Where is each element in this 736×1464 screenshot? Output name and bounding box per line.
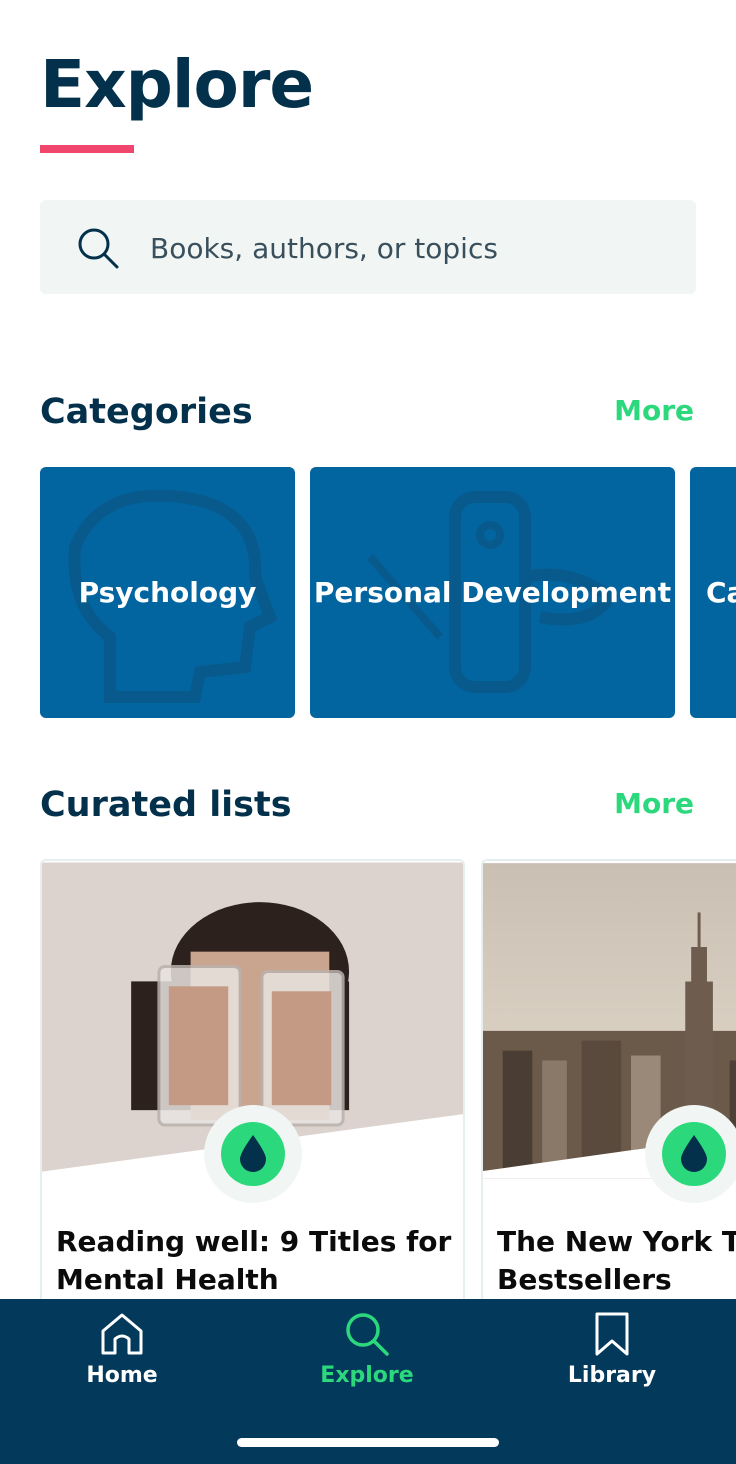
categories-more-link[interactable]: More bbox=[614, 394, 694, 427]
title-underline bbox=[40, 145, 134, 153]
list-title: The New York Ti Bestsellers bbox=[497, 1225, 736, 1296]
curated-more-link[interactable]: More bbox=[614, 787, 694, 820]
list-badge bbox=[645, 1105, 736, 1203]
tab-home[interactable]: Home bbox=[42, 1311, 202, 1411]
category-label: Psychology bbox=[78, 576, 257, 609]
category-tile-psychology[interactable]: Psychology bbox=[40, 467, 295, 718]
tab-library-label: Library bbox=[567, 1363, 657, 1388]
search-icon bbox=[346, 1313, 389, 1356]
home-indicator bbox=[237, 1438, 499, 1447]
search-input[interactable] bbox=[150, 230, 670, 266]
blinkist-logo-icon bbox=[662, 1122, 726, 1186]
tab-home-label: Home bbox=[86, 1363, 158, 1388]
category-label: Ca bbox=[706, 576, 736, 609]
blinkist-logo-icon bbox=[221, 1122, 285, 1186]
bookmark-icon bbox=[595, 1312, 629, 1356]
categories-carousel[interactable]: Psychology Personal Development Ca bbox=[40, 467, 736, 719]
search-icon bbox=[78, 228, 119, 269]
tab-explore[interactable]: Explore bbox=[287, 1311, 447, 1411]
page-title: Explore bbox=[40, 46, 314, 123]
tab-explore-label: Explore bbox=[320, 1363, 414, 1388]
list-badge bbox=[204, 1105, 302, 1203]
category-tile-personal-development[interactable]: Personal Development bbox=[310, 467, 675, 718]
category-label: Personal Development bbox=[313, 576, 672, 609]
tab-library[interactable]: Library bbox=[532, 1311, 692, 1411]
home-icon bbox=[101, 1313, 143, 1355]
curated-list-card[interactable]: Reading well: 9 Titles for Mental Health… bbox=[40, 859, 465, 1299]
curated-list-card[interactable]: The New York Ti Bestsellers bbox=[481, 859, 736, 1299]
curated-title: Curated lists bbox=[40, 785, 292, 825]
category-tile-partial[interactable]: Ca bbox=[690, 467, 736, 718]
categories-title: Categories bbox=[40, 392, 253, 432]
curated-carousel[interactable]: Reading well: 9 Titles for Mental Health… bbox=[40, 859, 736, 1299]
list-title: Reading well: 9 Titles for Mental Health… bbox=[56, 1225, 452, 1296]
